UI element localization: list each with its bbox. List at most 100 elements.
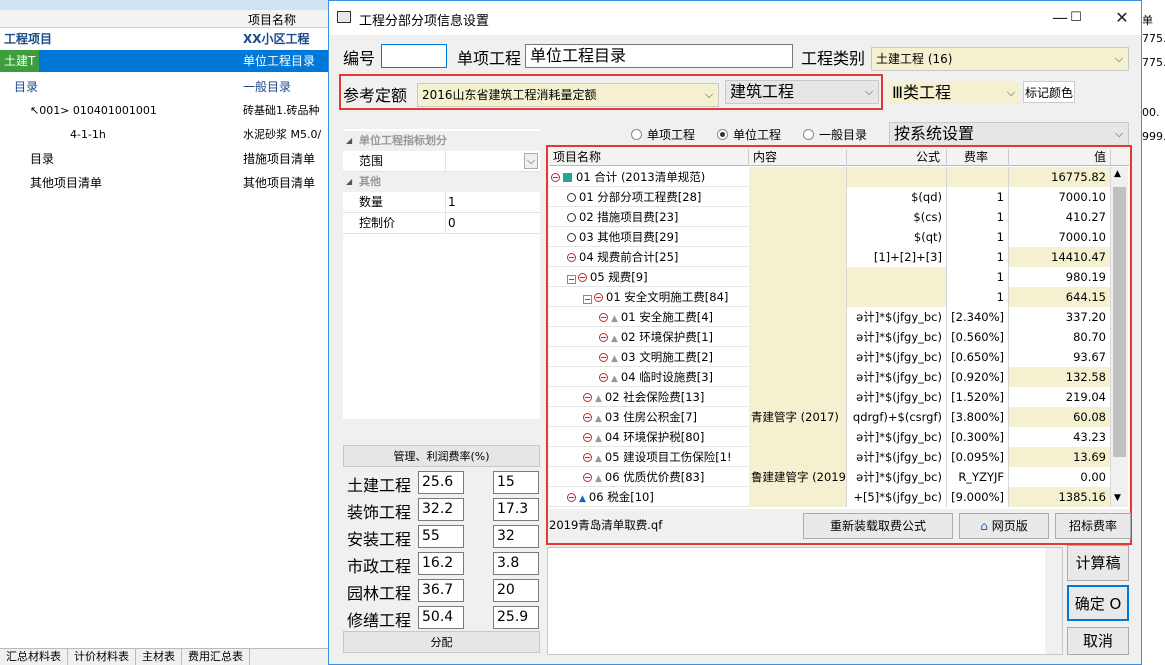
header-content[interactable]: 内容 bbox=[749, 149, 847, 166]
cell-rate[interactable]: [0.650%] bbox=[947, 347, 1009, 367]
engineering-class-select[interactable]: Ⅲ类工程 ⌵ bbox=[887, 81, 1021, 105]
cell-content[interactable] bbox=[749, 427, 847, 447]
cell-content[interactable] bbox=[749, 367, 847, 387]
cell-value[interactable]: 60.08 bbox=[1009, 407, 1111, 427]
cell-value[interactable]: 13.69 bbox=[1009, 447, 1111, 467]
cell-value[interactable]: 93.67 bbox=[1009, 347, 1111, 367]
management-rate-input[interactable]: 36.7 bbox=[418, 579, 464, 602]
cell-formula[interactable]: $(cs) bbox=[847, 207, 947, 227]
fee-row[interactable]: 03 其他项目费[29] $(qt) 1 7000.10 bbox=[549, 227, 1111, 247]
profit-rate-input[interactable]: 3.8 bbox=[493, 552, 539, 575]
cell-value[interactable]: 0.00 bbox=[1009, 467, 1111, 487]
cell-value[interactable]: 1385.16 bbox=[1009, 487, 1111, 507]
tree-item-quota[interactable]: 4-1-1h 水泥砂浆 M5.0/ bbox=[0, 124, 330, 146]
id-input[interactable] bbox=[381, 44, 447, 68]
cell-rate[interactable]: [0.560%] bbox=[947, 327, 1009, 347]
fee-row[interactable]: − 01 安全文明施工费[84] 1 644.15 bbox=[549, 287, 1111, 307]
management-rate-input[interactable]: 16.2 bbox=[418, 552, 464, 575]
cell-content[interactable] bbox=[749, 247, 847, 267]
quota-select[interactable]: 2016山东省建筑工程消耗量定额 ⌵ bbox=[417, 83, 719, 107]
management-rate-input[interactable]: 55 bbox=[418, 525, 464, 548]
cell-formula[interactable]: [1]+[2]+[3] bbox=[847, 247, 947, 267]
cell-rate[interactable]: 1 bbox=[947, 207, 1009, 227]
fee-row[interactable]: 02 措施项目费[23] $(cs) 1 410.27 bbox=[549, 207, 1111, 227]
cell-formula[interactable]: ǝ计]*$(jfgy_bc) bbox=[847, 347, 947, 367]
cell-value[interactable]: 80.70 bbox=[1009, 327, 1111, 347]
cell-value[interactable]: 43.23 bbox=[1009, 427, 1111, 447]
tree-item-other[interactable]: 其他项目清单 其他项目清单 bbox=[0, 172, 330, 194]
cell-value[interactable]: 16775.82 bbox=[1009, 167, 1111, 187]
fee-row[interactable]: ▲ 02 社会保险费[13] ǝ计]*$(jfgy_bc) [1.520%] 219.0… bbox=[549, 387, 1111, 407]
cell-value[interactable]: 337.20 bbox=[1009, 307, 1111, 327]
cell-content[interactable] bbox=[749, 447, 847, 467]
fee-row[interactable]: ▲ 03 文明施工费[2] ǝ计]*$(jfgy_bc) [0.650%] 93.67 bbox=[549, 347, 1111, 367]
cell-content[interactable]: 鲁建建管字 (2019 bbox=[749, 467, 847, 487]
tab-main-materials[interactable]: 主材表 bbox=[136, 649, 182, 665]
fee-row[interactable]: ▲ 02 环境保护费[1] ǝ计]*$(jfgy_bc) [0.560%] 80.70 bbox=[549, 327, 1111, 347]
scrollbar-thumb[interactable] bbox=[1113, 187, 1126, 457]
cell-rate[interactable]: 1 bbox=[947, 267, 1009, 287]
cell-rate[interactable]: 1 bbox=[947, 187, 1009, 207]
mark-color-button[interactable]: 标记颜色 bbox=[1023, 81, 1075, 103]
cell-content[interactable] bbox=[749, 267, 847, 287]
cell-rate[interactable]: [0.920%] bbox=[947, 367, 1009, 387]
cell-value[interactable]: 7000.10 bbox=[1009, 227, 1111, 247]
management-rate-input[interactable]: 25.6 bbox=[418, 471, 464, 494]
cell-formula[interactable]: $(qd) bbox=[847, 187, 947, 207]
scroll-down-icon[interactable]: ▼ bbox=[1114, 493, 1121, 503]
profit-rate-input[interactable]: 25.9 bbox=[493, 606, 539, 629]
cell-rate[interactable]: [1.520%] bbox=[947, 387, 1009, 407]
quota-kind-select[interactable]: 建筑工程 ⌵ bbox=[725, 80, 879, 104]
cell-formula[interactable]: ǝ计]*$(jfgy_bc) bbox=[847, 447, 947, 467]
ok-button[interactable]: 确定 O bbox=[1067, 585, 1129, 621]
tree-root-item[interactable]: 工程项目 XX小区工程 bbox=[0, 28, 330, 50]
collapse-icon[interactable]: − bbox=[567, 275, 576, 284]
fee-row[interactable]: ▲ 05 建设项目工伤保险[1! ǝ计]*$(jfgy_bc) [0.095%] 13.… bbox=[549, 447, 1111, 467]
single-project-input[interactable]: 单位工程目录 bbox=[525, 44, 793, 68]
fee-row[interactable]: 01 合计 (2013清单规范) 16775.82 bbox=[549, 167, 1111, 187]
property-quantity[interactable]: 数量 1 bbox=[343, 192, 540, 213]
cell-rate[interactable]: 1 bbox=[947, 247, 1009, 267]
management-rate-input[interactable]: 50.4 bbox=[418, 606, 464, 629]
allocate-button[interactable]: 分配 bbox=[343, 631, 540, 653]
header-value[interactable]: 值 bbox=[1009, 149, 1111, 166]
property-control-price[interactable]: 控制价 0 bbox=[343, 213, 540, 234]
cell-content[interactable] bbox=[749, 287, 847, 307]
cell-rate[interactable]: [3.800%] bbox=[947, 407, 1009, 427]
cell-rate[interactable]: [0.300%] bbox=[947, 427, 1009, 447]
tree-item-directory[interactable]: 目录 一般目录 bbox=[0, 76, 330, 98]
tab-priced-materials[interactable]: 计价材料表 bbox=[68, 649, 136, 665]
cell-content[interactable] bbox=[749, 207, 847, 227]
profit-rate-input[interactable]: 20 bbox=[493, 579, 539, 602]
close-button[interactable]: ✕ bbox=[1107, 7, 1137, 29]
cell-value[interactable]: 644.15 bbox=[1009, 287, 1111, 307]
header-name[interactable]: 项目名称 bbox=[549, 149, 749, 166]
maximize-button[interactable]: ☐ bbox=[1061, 7, 1091, 29]
fee-row[interactable]: − 05 规费[9] 1 980.19 bbox=[549, 267, 1111, 287]
reload-formula-button[interactable]: 重新装载取费公式 bbox=[803, 513, 953, 539]
tree-item-measures[interactable]: 目录 措施项目清单 bbox=[0, 148, 330, 170]
cell-rate[interactable]: 1 bbox=[947, 227, 1009, 247]
detail-scrollbar[interactable] bbox=[1045, 548, 1062, 654]
cell-formula[interactable]: qdrgf)+$(csrgf) bbox=[847, 407, 947, 427]
cell-rate[interactable] bbox=[947, 167, 1009, 187]
property-scope[interactable]: 范围 ⌵ bbox=[343, 151, 540, 172]
cell-content[interactable] bbox=[749, 167, 847, 187]
fee-row[interactable]: ▲ 01 安全施工费[4] ǝ计]*$(jfgy_bc) [2.340%] 337.20 bbox=[549, 307, 1111, 327]
system-setting-select[interactable]: 按系统设置 ⌵ bbox=[889, 122, 1129, 146]
cell-formula[interactable]: ǝ计]*$(jfgy_bc) bbox=[847, 307, 947, 327]
cell-formula[interactable]: ǝ计]*$(jfgy_bc) bbox=[847, 467, 947, 487]
cell-value[interactable]: 132.58 bbox=[1009, 367, 1111, 387]
cell-value[interactable]: 219.04 bbox=[1009, 387, 1111, 407]
management-rate-input[interactable]: 32.2 bbox=[418, 498, 464, 521]
tab-summary-materials[interactable]: 汇总材料表 bbox=[0, 649, 68, 665]
web-version-button[interactable]: ⌂ 网页版 bbox=[959, 513, 1049, 539]
calc-draft-button[interactable]: 计算稿 bbox=[1067, 545, 1129, 581]
cell-formula[interactable] bbox=[847, 167, 947, 187]
fee-row[interactable]: 04 规费前合计[25] [1]+[2]+[3] 1 14410.47 bbox=[549, 247, 1111, 267]
cell-content[interactable] bbox=[749, 307, 847, 327]
category-other[interactable]: 其他 bbox=[343, 172, 540, 192]
cell-formula[interactable]: ǝ计]*$(jfgy_bc) bbox=[847, 427, 947, 447]
profit-rate-input[interactable]: 32 bbox=[493, 525, 539, 548]
fee-row[interactable]: ▲ 03 住房公积金[7] 青建管字 (2017) qdrgf)+$(csrgf) [3… bbox=[549, 407, 1111, 427]
